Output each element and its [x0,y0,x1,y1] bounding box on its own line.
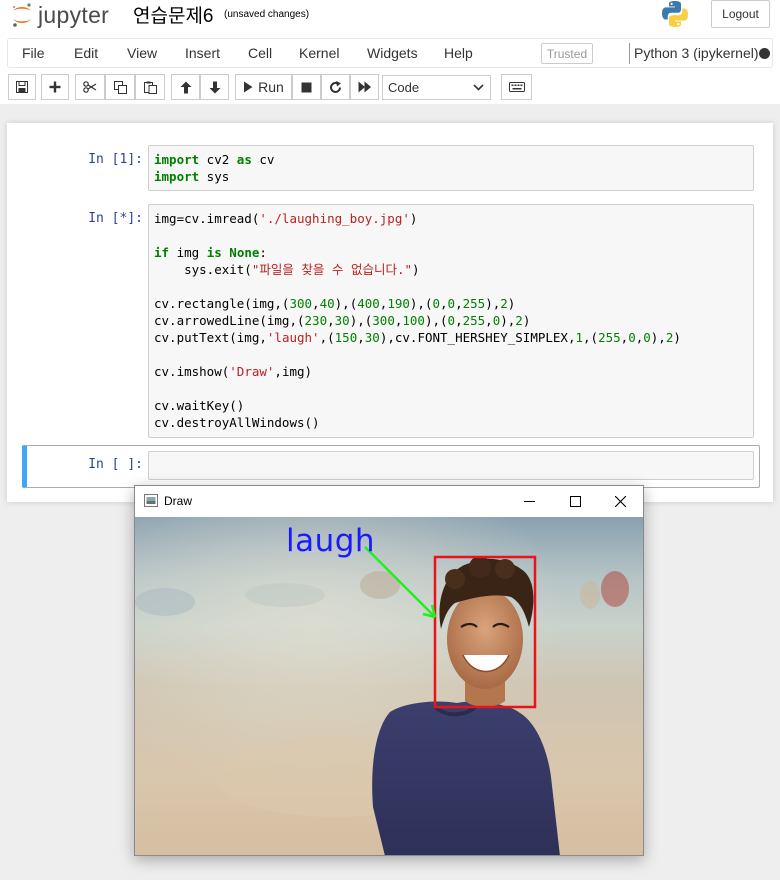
imshow-window[interactable]: Draw laugh [134,485,644,856]
cell-type-value: Code [388,80,420,95]
copy-button[interactable] [105,74,135,100]
restart-icon [330,80,341,93]
menu-insert[interactable]: Insert [185,45,220,61]
code-line: cv.destroyAllWindows() [154,415,320,430]
cell-3-prompt: In [ ]: [88,457,143,472]
save-button[interactable] [8,74,36,100]
minimize-button[interactable] [506,486,552,516]
code-line: import sys [154,169,230,184]
close-icon [614,495,626,507]
menu-file[interactable]: File [22,45,45,61]
play-icon [244,81,253,93]
window-app-icon [144,494,158,507]
code-line: ​ [154,346,748,363]
menu-cell[interactable]: Cell [248,45,272,61]
code-line: ​ [154,227,748,244]
code-line: img=cv.imread('./laughing_boy.jpg') [154,211,418,226]
code-line: sys.exit("파일을 찾을 수 없습니다.") [154,262,420,277]
copy-icon [113,80,127,94]
paste-button[interactable] [135,74,165,100]
window-titlebar[interactable]: Draw [135,486,643,516]
cell-1-prompt: In [1]: [88,152,143,167]
close-button[interactable] [597,486,643,516]
notebook-container: In [1]: import cv2 as cv import sys In [*… [7,123,773,502]
kernel-separator [629,43,630,64]
cut-icon [83,81,97,93]
maximize-button[interactable] [552,486,598,516]
maximize-icon [569,495,581,507]
code-line: cv.arrowedLine(img,(230,30),(300,100),(0… [154,313,531,328]
menu-view[interactable]: View [127,45,157,61]
minimize-icon [523,500,535,502]
save-icon [16,81,28,93]
cut-button[interactable] [75,74,105,100]
code-line: import cv2 as cv [154,152,275,167]
menu-widgets[interactable]: Widgets [367,45,418,61]
arrow-up-icon [180,81,191,93]
overlay-text-laugh: laugh [286,523,376,559]
keyboard-icon [508,82,525,92]
code-line: ​ [154,380,748,397]
restart-button[interactable] [321,74,350,100]
window-title: Draw [164,494,193,508]
run-button[interactable]: Run [235,74,292,100]
menu-kernel[interactable]: Kernel [299,45,339,61]
trusted-badge[interactable]: Trusted [541,43,593,64]
laughing-boy-image [135,517,643,855]
save-status: (unsaved changes) [224,9,310,20]
code-line: cv.putText(img,'laugh',(150,30),cv.FONT_… [154,330,681,345]
paste-icon [143,81,157,94]
code-line: cv.waitKey() [154,398,245,413]
kernel-busy-indicator [759,48,770,59]
stop-icon [301,82,312,92]
code-line: if img is None: [154,245,267,260]
plus-icon [49,81,61,93]
code-cell-3[interactable] [148,451,754,480]
menu-edit[interactable]: Edit [74,45,98,61]
arrow-down-icon [209,81,220,93]
move-down-button[interactable] [200,74,229,100]
insert-cell-button[interactable] [41,74,69,100]
menu-help[interactable]: Help [444,45,473,61]
jupyter-logo[interactable]: jupyter [10,0,109,30]
jupyter-logo-icon [12,3,31,27]
code-line: ​ [154,278,748,295]
move-up-button[interactable] [171,74,200,100]
interrupt-button[interactable] [292,74,321,100]
notebook-title[interactable]: 연습문제6 [133,1,214,28]
kernel-name[interactable]: Python 3 (ipykernel) [634,45,759,61]
command-palette-button[interactable] [501,74,532,100]
fast-forward-icon [358,81,371,93]
code-line: cv.rectangle(img,(300,40),(400,190),(0,0… [154,296,516,311]
python-logo-icon [662,1,688,27]
logout-button[interactable]: Logout [711,0,770,28]
cell-type-select[interactable]: Code [382,75,491,100]
chevron-down-icon [473,84,484,91]
code-line: cv.imshow('Draw',img) [154,364,313,379]
jupyter-logo-text: jupyter [38,1,110,28]
cell-2-prompt: In [*]: [88,211,143,226]
notebook-header: jupyter 연습문제6 (unsaved changes) Logout F… [0,0,780,104]
run-label: Run [258,79,284,95]
code-cell-1[interactable]: import cv2 as cv import sys [148,145,754,191]
restart-run-all-button[interactable] [350,74,379,100]
menubar: File Edit View Insert Cell Kernel Widget… [7,38,773,68]
code-cell-2[interactable]: img=cv.imread('./laughing_boy.jpg')​if i… [148,204,754,438]
